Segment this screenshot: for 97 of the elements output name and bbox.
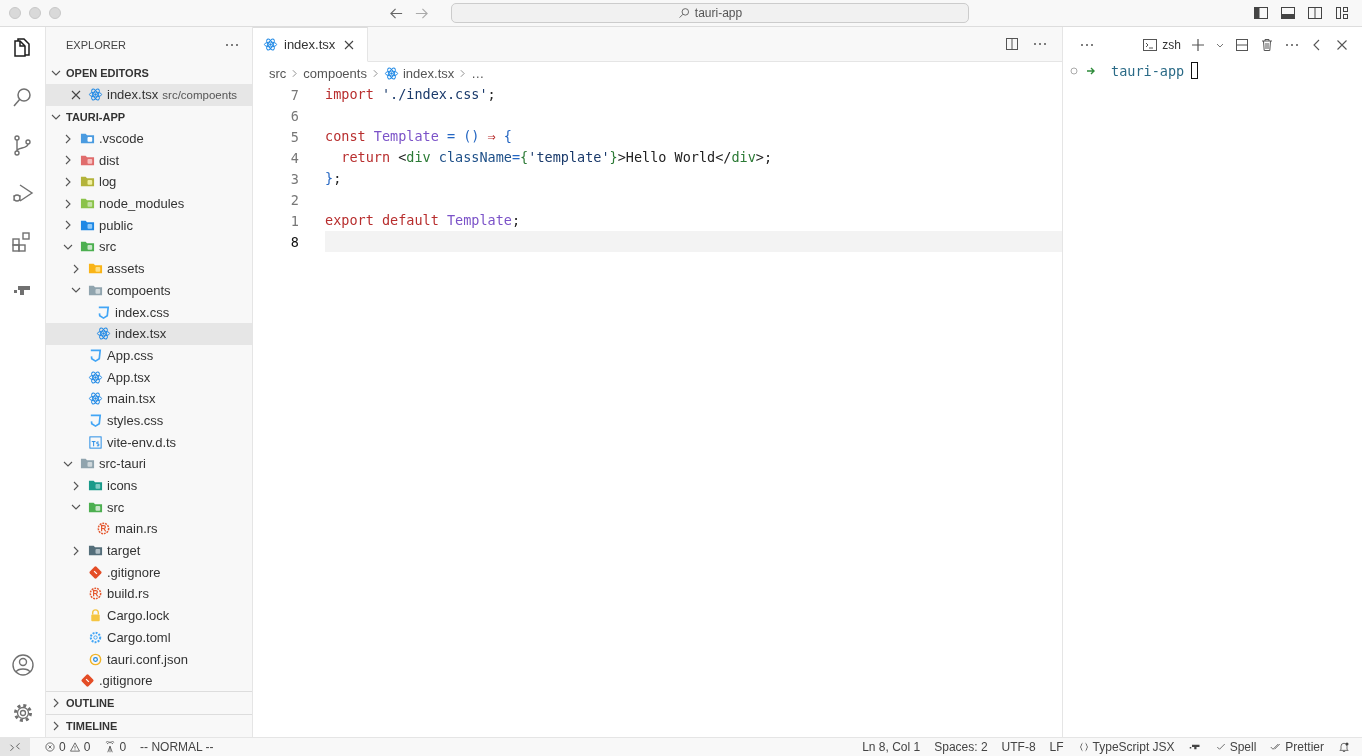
file-item[interactable]: build.rs <box>46 583 252 605</box>
problems-button[interactable]: 0 0 <box>44 740 91 754</box>
line-number: 5 <box>289 128 299 145</box>
typescript-file-icon <box>88 434 103 450</box>
toggle-panel-icon[interactable] <box>1280 5 1296 21</box>
react-icon <box>88 369 103 385</box>
toggle-secondary-sidebar-icon[interactable] <box>1307 5 1323 21</box>
file-item[interactable]: Cargo.toml <box>46 626 252 649</box>
css-file-icon <box>88 347 103 363</box>
search-icon <box>677 6 691 20</box>
react-icon <box>96 326 111 342</box>
code-line: import './index.css'; <box>325 85 497 104</box>
antenna-icon <box>104 741 117 753</box>
folder-item[interactable]: .vscode <box>46 127 252 150</box>
notification-bell-icon[interactable] <box>1338 741 1350 753</box>
line-number: 4 <box>289 149 299 166</box>
cursor-position[interactable]: Ln 8, Col 1 <box>862 740 921 754</box>
line-number: 3 <box>289 170 299 187</box>
trash-icon[interactable] <box>1259 36 1275 53</box>
split-editor-icon[interactable] <box>1004 36 1020 52</box>
open-editor-item[interactable]: index.tsx src/compoents <box>46 84 252 106</box>
folder-item[interactable]: dist <box>46 149 252 172</box>
prettier-button[interactable]: Prettier <box>1270 740 1324 754</box>
section-header[interactable]: TAURI-APP <box>46 105 252 128</box>
file-item[interactable]: App.css <box>46 344 252 367</box>
lock-icon <box>88 608 103 624</box>
line-number: 6 <box>289 107 299 124</box>
folder-item[interactable]: node_modules <box>46 192 252 215</box>
css-file-icon <box>96 304 111 320</box>
folder-item[interactable]: log <box>46 171 252 193</box>
file-item[interactable]: tauri.conf.json <box>46 648 252 670</box>
command-search-field[interactable]: tauri-app <box>451 3 969 23</box>
circle-icon <box>1069 65 1079 76</box>
explorer-title: EXPLORER <box>66 38 126 51</box>
error-icon <box>44 741 56 753</box>
gear-icon <box>96 521 111 537</box>
css-file-icon <box>88 412 103 428</box>
file-item[interactable]: main.tsx <box>46 387 252 410</box>
breadcrumb-item[interactable]: src <box>269 65 287 81</box>
terminal-tab[interactable]: zsh <box>1142 36 1181 53</box>
folder-item[interactable]: assets <box>46 257 252 280</box>
gear-icon <box>88 586 103 602</box>
terminal-icon <box>1142 36 1159 53</box>
folder-item[interactable]: compoents <box>46 279 252 302</box>
indentation-button[interactable]: Spaces: 2 <box>934 740 988 754</box>
terminal-prompt: tauri-app <box>1111 62 1185 79</box>
braces-icon <box>1077 741 1090 753</box>
gear-icon <box>88 629 103 645</box>
line-ending-button[interactable]: LF <box>1049 740 1064 754</box>
ports-button[interactable]: 0 <box>104 740 127 754</box>
file-item[interactable]: main.rs <box>46 518 252 540</box>
folder-item[interactable]: icons <box>46 474 252 497</box>
file-item[interactable]: .gitignore <box>46 561 252 584</box>
folder-item[interactable]: public <box>46 214 252 237</box>
line-number: 2 <box>289 191 299 208</box>
file-item[interactable]: styles.css <box>46 409 252 432</box>
terminal-cursor <box>1191 62 1199 79</box>
editor-tab[interactable]: index.tsx <box>253 27 369 62</box>
react-icon <box>263 37 278 52</box>
toggle-sidebar-icon[interactable] <box>1253 5 1269 21</box>
file-item[interactable]: vite-env.d.ts <box>46 431 252 453</box>
language-button[interactable]: TypeScript JSX <box>1077 740 1175 754</box>
encoding-button[interactable]: UTF-8 <box>1001 740 1036 754</box>
arrow-right-icon <box>1086 65 1096 76</box>
file-item[interactable]: Cargo.lock <box>46 604 252 627</box>
new-terminal-icon[interactable] <box>1190 36 1206 53</box>
vim-mode: -- NORMAL -- <box>140 740 214 754</box>
file-item[interactable]: index.css <box>46 301 252 323</box>
line-number: 8 <box>289 233 299 250</box>
folder-item[interactable]: src-tauri <box>46 453 252 475</box>
react-icon <box>88 87 103 103</box>
code-line: }; <box>325 169 343 188</box>
section-header[interactable]: OUTLINE <box>46 691 252 714</box>
folder-item[interactable]: src <box>46 496 252 519</box>
code-line: const Template = () ⇒ { <box>325 127 513 146</box>
remote-icon <box>9 741 21 753</box>
section-header[interactable]: OPEN EDITORS <box>46 62 252 84</box>
file-item[interactable]: App.tsx <box>46 366 252 388</box>
code-line: return <div className={'template'}>Hello World</div>; <box>340 148 774 167</box>
react-icon <box>383 65 399 81</box>
code-line: export default Template; <box>325 211 522 230</box>
breadcrumb-item[interactable]: compoents <box>303 65 367 81</box>
check-icon <box>1214 741 1227 753</box>
react-icon <box>88 391 103 407</box>
file-item[interactable]: index.tsx <box>46 322 252 345</box>
customize-layout-icon[interactable] <box>1334 5 1350 21</box>
file-item[interactable]: .gitignore <box>46 669 252 691</box>
split-terminal-icon[interactable] <box>1234 36 1250 53</box>
breadcrumb-item[interactable]: index.tsx <box>383 65 455 81</box>
warning-icon <box>68 741 81 753</box>
spell-button[interactable]: Spell <box>1214 740 1257 754</box>
line-number: 7 <box>289 86 299 103</box>
double-check-icon <box>1270 741 1283 753</box>
folder-item[interactable]: target <box>46 539 252 562</box>
line-number: 1 <box>289 212 299 229</box>
folder-item[interactable]: src <box>46 236 252 258</box>
breadcrumb-item[interactable]: … <box>471 65 485 81</box>
